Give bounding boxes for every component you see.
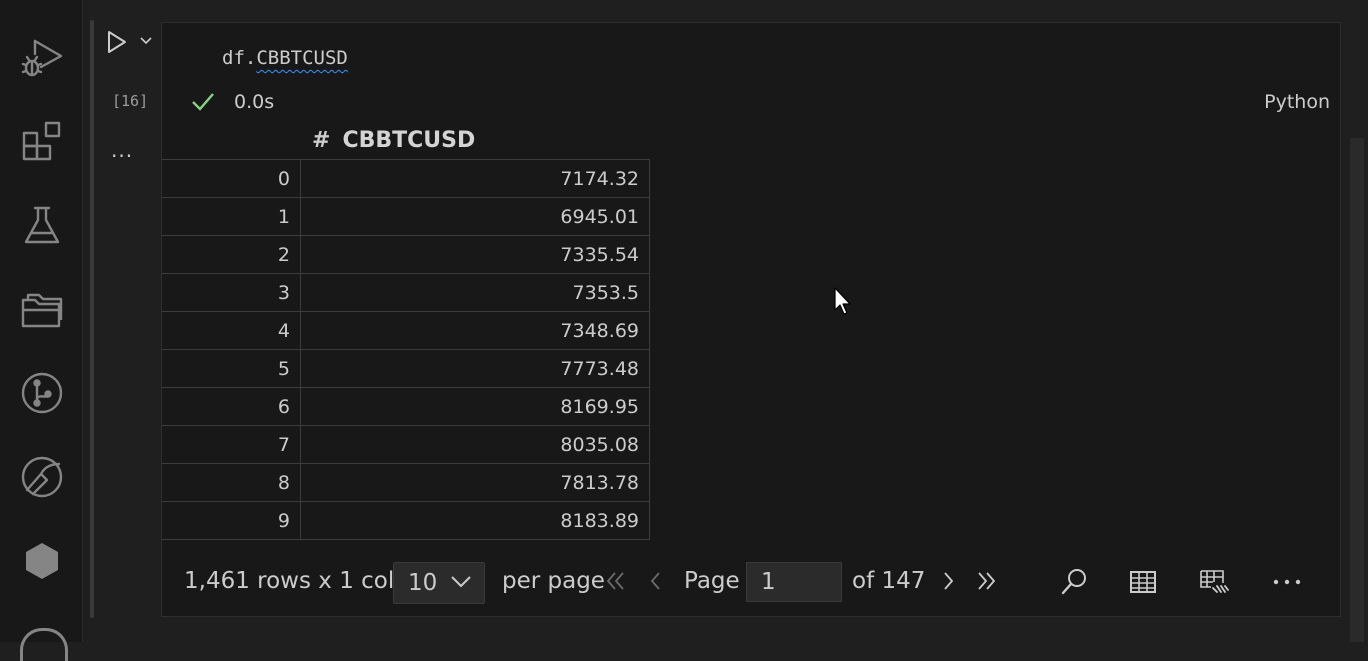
cell-language[interactable]: Python (1264, 91, 1330, 113)
row-index: 4 (162, 311, 301, 350)
ellipsis-icon (1273, 579, 1301, 585)
table-view-button[interactable] (1123, 562, 1163, 602)
table-row[interactable]: 4 7348.69 (162, 311, 650, 350)
table-row[interactable]: 5 7773.48 (162, 349, 650, 388)
row-index: 0 (162, 159, 301, 198)
pagination-bar: 1,461 rows x 1 cols 10 per page Page of … (162, 546, 1340, 616)
remote-explorer-icon (21, 456, 63, 498)
cell-value[interactable]: 7813.78 (300, 463, 650, 502)
table-row[interactable]: 2 7335.54 (162, 235, 650, 274)
page-size-select[interactable]: 10 (393, 562, 485, 604)
page-label: Page (684, 568, 740, 594)
run-debug-icon (21, 39, 63, 77)
play-icon (108, 31, 126, 53)
data-wrangler-icon (1200, 570, 1229, 593)
extensions-button[interactable] (17, 116, 67, 166)
success-check-icon (192, 93, 214, 111)
shape-label: 1,461 rows x 1 cols (184, 568, 407, 594)
double-chevron-left-icon (606, 572, 624, 590)
testing-flask-icon (24, 206, 60, 244)
row-index: 7 (162, 425, 301, 464)
search-icon (1061, 569, 1086, 595)
row-index: 1 (162, 197, 301, 236)
testing-button[interactable] (17, 200, 67, 250)
output-more-button[interactable]: ... (111, 138, 133, 162)
run-debug-button[interactable] (17, 32, 67, 82)
last-page-button[interactable] (972, 566, 1000, 596)
table-icon (1130, 571, 1156, 593)
execution-duration: 0.0s (234, 91, 275, 113)
cell-value[interactable]: 8183.89 (300, 501, 650, 540)
table-row[interactable]: 0 7174.32 (162, 159, 650, 198)
row-index: 8 (162, 463, 301, 502)
cell-value[interactable]: 7353.5 (300, 273, 650, 312)
notebook-scrollbar[interactable] (1350, 138, 1364, 642)
numeric-type-icon: # (312, 127, 331, 153)
remote-explorer-button[interactable] (17, 452, 67, 502)
explorer-folders-icon (21, 293, 63, 328)
cell-value[interactable]: 8169.95 (300, 387, 650, 426)
row-index: 9 (162, 501, 301, 540)
table-row[interactable]: 3 7353.5 (162, 273, 650, 312)
chevron-right-icon (944, 572, 954, 590)
per-page-label: per page (502, 568, 605, 594)
activity-bar (0, 0, 83, 661)
page-size-value: 10 (408, 570, 438, 596)
table-row[interactable]: 1 6945.01 (162, 197, 650, 236)
chevron-left-icon (650, 572, 660, 590)
explorer-button[interactable] (17, 284, 67, 334)
cell-output: # CBBTCUSD 0 7174.32 1 6945.01 2 7335.54 3 73… (161, 121, 1341, 617)
source-control-icon (21, 372, 63, 414)
code-cell[interactable]: df.CBBTCUSD 0.0s Python (161, 22, 1341, 122)
row-index: 2 (162, 235, 301, 274)
first-page-button[interactable] (602, 566, 630, 596)
chevron-down-icon (451, 576, 471, 588)
source-control-button[interactable] (17, 368, 67, 418)
cell-value[interactable]: 7773.48 (300, 349, 650, 388)
cell-value[interactable]: 6945.01 (300, 197, 650, 236)
mouse-pointer-icon (834, 287, 851, 315)
chevron-down-icon[interactable] (139, 34, 153, 48)
page-number-input[interactable] (746, 562, 842, 602)
previous-page-button[interactable] (642, 566, 670, 596)
row-index: 5 (162, 349, 301, 388)
execution-count: [16] (112, 92, 149, 110)
header-row: # CBBTCUSD (162, 121, 650, 160)
data-grid: # CBBTCUSD 0 7174.32 1 6945.01 2 7335.54 3 73… (162, 121, 650, 540)
data-wrangler-button[interactable] (1194, 562, 1234, 602)
row-index: 3 (162, 273, 301, 312)
table-row[interactable]: 9 8183.89 (162, 501, 650, 540)
table-row[interactable]: 8 7813.78 (162, 463, 650, 502)
column-name: CBBTCUSD (342, 127, 476, 153)
cell-value[interactable]: 7174.32 (300, 159, 650, 198)
table-row[interactable]: 7 8035.08 (162, 425, 650, 464)
hexagon-extension-button[interactable] (17, 536, 67, 586)
double-chevron-right-icon (978, 572, 996, 590)
column-header[interactable]: # CBBTCUSD (162, 121, 650, 160)
search-button[interactable] (1054, 562, 1094, 602)
run-cell-button[interactable] (106, 28, 132, 56)
hexagon-extension-icon (26, 543, 58, 579)
cell-value[interactable]: 8035.08 (300, 425, 650, 464)
table-row[interactable]: 6 8169.95 (162, 387, 650, 426)
code-editor[interactable]: df.CBBTCUSD (222, 47, 348, 69)
cell-focus-indicator (90, 20, 94, 618)
row-index: 6 (162, 387, 301, 426)
code-attribute: CBBTCUSD (256, 47, 348, 69)
more-actions-button[interactable] (1267, 562, 1307, 602)
account-icon[interactable] (20, 628, 68, 661)
extensions-icon (22, 121, 61, 161)
next-page-button[interactable] (934, 566, 962, 596)
cell-value[interactable]: 7335.54 (300, 235, 650, 274)
page-count-label: of 147 (852, 568, 926, 594)
code-prefix: df. (222, 47, 257, 69)
cell-value[interactable]: 7348.69 (300, 311, 650, 350)
